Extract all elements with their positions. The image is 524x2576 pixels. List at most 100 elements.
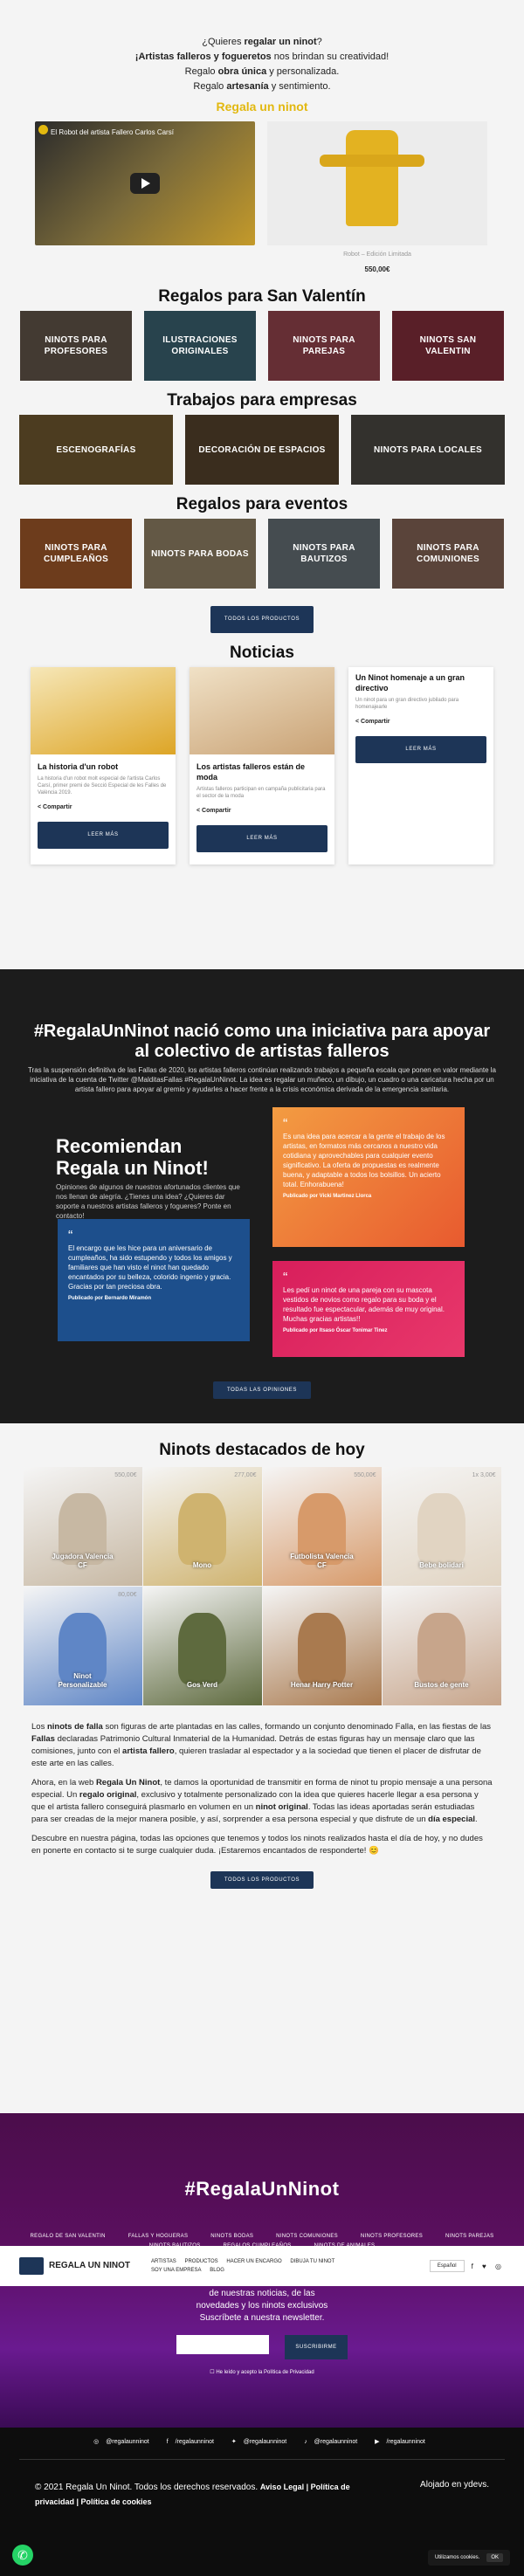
about-title: #RegalaUnNinot nació como una iniciativa…	[33, 1022, 491, 1061]
menu-item[interactable]: HACER UN ENCARGO	[226, 2259, 281, 2264]
news-title[interactable]: Los artistas falleros están de moda	[196, 761, 328, 782]
featured-item[interactable]: Gos Verd	[142, 1587, 262, 1705]
share-label: Compartir	[43, 804, 72, 810]
menu-item[interactable]: SOY UNA EMPRESA	[151, 2268, 202, 2273]
product-image[interactable]	[267, 121, 487, 245]
intro-line-3: Regalo obra única y personalizada.	[0, 65, 524, 79]
text-bold: día especial	[428, 1815, 476, 1824]
read-more-button[interactable]: LEER MÁS	[196, 825, 328, 852]
menu-item[interactable]: PRODUCTOS	[184, 2259, 217, 2264]
read-more-button[interactable]: LEER MÁS	[355, 736, 486, 763]
cookie-banner: Utilizamos cookies. OK	[427, 2550, 510, 2566]
tile-empresas-2[interactable]: NINOTS PARA LOCALES	[351, 415, 505, 485]
featured-item[interactable]: 550,00€ Jugadora Valencia CF	[23, 1467, 142, 1586]
share-link[interactable]: < Compartir	[355, 714, 486, 729]
tile-eventos-0[interactable]: NINOTS PARA CUMPLEAÑOS	[20, 519, 132, 589]
news-card: La historia d'un robot La historia d'un …	[31, 667, 176, 864]
news-image[interactable]	[190, 667, 334, 754]
news-image[interactable]	[31, 667, 176, 754]
testimonials-title: Recomiendan Regala un Ninot!	[56, 1135, 209, 1179]
tile-eventos-1[interactable]: NINOTS PARA BODAS	[144, 519, 256, 589]
robot-figure-icon	[320, 130, 424, 226]
cookie-text: Utilizamos cookies.	[434, 2555, 480, 2560]
testimonials-text: Opiniones de algunos de nuestros afortun…	[56, 1183, 240, 1220]
section-title-san-valentin: Regalos para San Valentín	[158, 287, 366, 306]
tile-eventos-2[interactable]: NINOTS PARA BAUTIZOS	[268, 519, 380, 589]
all-products-button[interactable]: TODOS LOS PRODUCTOS	[210, 1871, 314, 1889]
read-more-button[interactable]: LEER MÁS	[38, 822, 169, 849]
item-price: 1x 3,00€	[472, 1472, 496, 1478]
text-bold: ¡Artistas falleros y fogueretos	[134, 52, 272, 62]
item-price: 550,00€	[114, 1472, 137, 1478]
menu-item[interactable]: BLOG	[210, 2268, 224, 2273]
tile-san-valentin-0[interactable]: NINOTS PARA PROFESORES	[20, 311, 132, 381]
testimonials-intro: Recomiendan Regala un Ninot! Opiniones d…	[56, 1135, 248, 1221]
facebook-link[interactable]: f /regalaunninot	[167, 2439, 219, 2445]
footer-nav-link[interactable]: FALLAS Y HOGUERAS	[128, 2234, 189, 2239]
product-price: 550,00€	[364, 265, 390, 273]
twitter-link[interactable]: ✦ @regalaunninot	[231, 2439, 292, 2445]
share-link[interactable]: < Compartir	[196, 803, 328, 818]
tile-eventos-3[interactable]: NINOTS PARA COMUNIONES	[392, 519, 504, 589]
hosting-text[interactable]: Alojado en ydevs.	[420, 2480, 489, 2490]
product-caption: Robot – Edición Limitada	[343, 251, 411, 258]
featured-item[interactable]: 80,00€ Ninot Personalizable	[23, 1587, 142, 1705]
play-icon[interactable]	[130, 173, 160, 194]
email-field[interactable]	[176, 2335, 270, 2354]
youtube-link[interactable]: ▶ /regalaunninot	[375, 2439, 431, 2445]
footer-nav-link[interactable]: NINOTS PAREJAS	[445, 2234, 493, 2239]
logo-text[interactable]: REGALA UN NINOT	[49, 2262, 130, 2270]
featured-item[interactable]: 277,00€ Mono	[142, 1467, 262, 1586]
share-link[interactable]: < Compartir	[38, 800, 169, 815]
all-opinions-button[interactable]: TODAS LAS OPINIONES	[213, 1381, 311, 1399]
review-author: Publicado por Itsaso Óscar Tonimar Tinez	[283, 1328, 388, 1333]
cookie-ok-button[interactable]: OK	[486, 2553, 503, 2562]
footer-nav-link[interactable]: NINOTS PROFESORES	[361, 2234, 423, 2239]
whatsapp-icon[interactable]: ✆	[12, 2545, 33, 2566]
tile-san-valentin-3[interactable]: NINOTS SAN VALENTIN	[392, 311, 504, 381]
footer-hashtag: #RegalaUnNinot	[184, 2178, 340, 2200]
tile-san-valentin-1[interactable]: ILUSTRACIONES ORIGINALES	[144, 311, 256, 381]
language-select[interactable]: Español	[429, 2260, 465, 2272]
footer-nav-link[interactable]: REGALO DE SAN VALENTIN	[31, 2234, 106, 2239]
instagram-link[interactable]: ◎ @regalaunninot	[93, 2439, 155, 2445]
featured-item[interactable]: Henar Harry Potter	[262, 1587, 382, 1705]
menu-item[interactable]: ARTISTAS	[151, 2259, 176, 2264]
tile-san-valentin-2[interactable]: NINOTS PARA PAREJAS	[268, 311, 380, 381]
news-title[interactable]: Un Ninot homenaje a un gran directivo	[355, 672, 486, 693]
footer-nav-link[interactable]: NINOTS COMUNIONES	[276, 2234, 338, 2239]
tiktok-link[interactable]: ♪ @regalaunninot	[304, 2439, 362, 2445]
ninot-figure-icon	[417, 1492, 465, 1565]
logo-icon[interactable]	[19, 2257, 44, 2275]
tile-empresas-0[interactable]: ESCENOGRAFÍAS	[19, 415, 173, 485]
featured-item[interactable]: 1x 3,00€ Bebe bolidari	[382, 1467, 501, 1586]
featured-item[interactable]: Bustos de gente	[382, 1587, 501, 1705]
news-title[interactable]: La historia d'un robot	[38, 761, 169, 772]
text: y sentimiento.	[268, 81, 331, 92]
text: Los	[31, 1722, 47, 1732]
text: .	[475, 1815, 478, 1824]
video-player[interactable]: El Robot del artista Fallero Carlos Cars…	[35, 121, 255, 245]
menu-item[interactable]: DIBUJA TU NINOT	[290, 2259, 334, 2264]
newsletter-line: novedades y los ninots exclusivos	[196, 2301, 328, 2311]
footer-nav-link[interactable]: NINOTS BODAS	[210, 2234, 253, 2239]
featured-product[interactable]: Robot – Edición Limitada 550,00€	[267, 121, 487, 277]
tile-label: NINOTS SAN VALENTIN	[419, 335, 477, 356]
subscribe-button[interactable]: SUSCRIBIRME	[285, 2335, 348, 2359]
item-name: Gos Verd	[186, 1681, 218, 1689]
featured-item[interactable]: 550,00€ Futbolista Valencia CF	[262, 1467, 382, 1586]
privacy-checkbox[interactable]: ☐ He leído y acepto la Política de Priva…	[0, 2366, 524, 2379]
tile-empresas-1[interactable]: DECORACIÓN DE ESPACIOS	[185, 415, 339, 485]
social-icons[interactable]: f ♥ ◎	[472, 2263, 505, 2270]
intro-line-1: ¿Quieres regalar un ninot?	[0, 35, 524, 50]
about-lead: Tras la suspensión definitiva de las Fal…	[27, 1066, 497, 1093]
item-name: Jugadora Valencia CF	[52, 1553, 114, 1569]
section-title-noticias: Noticias	[230, 644, 294, 662]
text: nos brindan su creatividad!	[271, 52, 390, 62]
menu-row-1: ARTISTAS PRODUCTOS HACER UN ENCARGO DIBU…	[151, 2257, 341, 2266]
all-products-button[interactable]: TODOS LOS PRODUCTOS	[210, 606, 314, 633]
tile-label: NINOTS PARA CUMPLEAÑOS	[43, 543, 109, 564]
copyright: © 2021 Regala Un Ninot. Todos los derech…	[35, 2480, 367, 2510]
newsletter-line: Suscríbete a nuestra newsletter.	[199, 2313, 325, 2323]
featured-title: Ninots destacados de hoy	[159, 1441, 365, 1459]
